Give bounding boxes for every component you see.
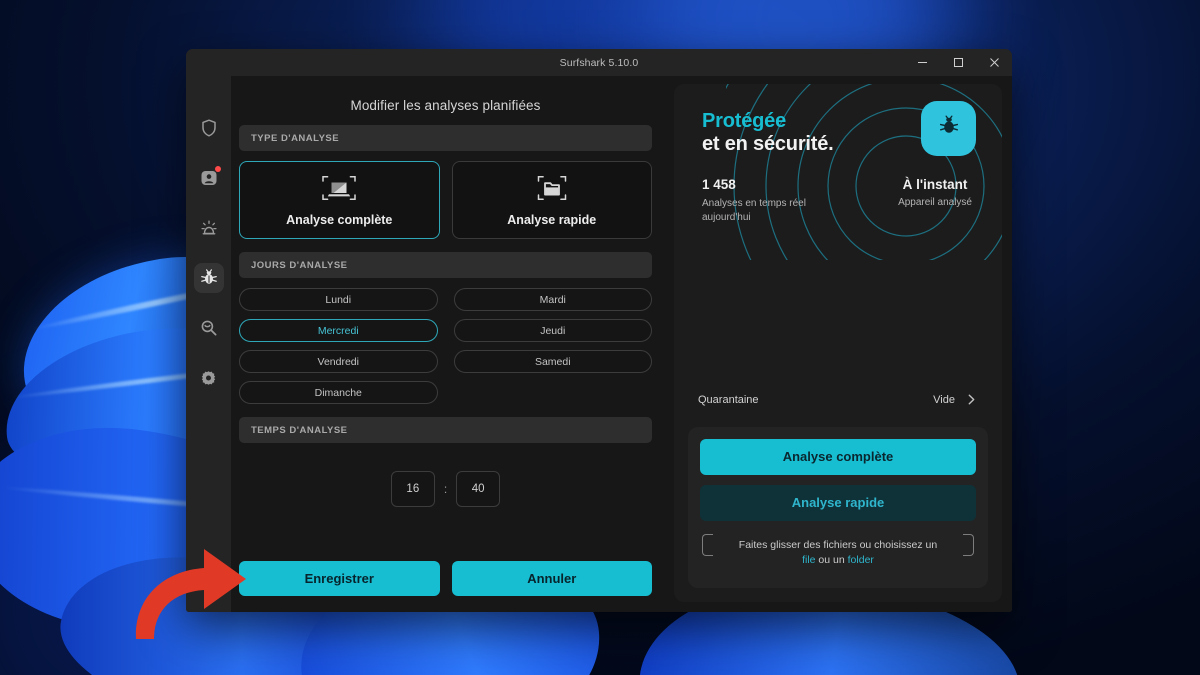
sidebar-item-settings[interactable] — [194, 363, 224, 393]
day-option-mercredi[interactable]: Mercredi — [239, 319, 438, 342]
full-scan-button[interactable]: Analyse complète — [700, 438, 976, 475]
hours-input[interactable]: 16 — [390, 471, 435, 507]
sidebar-item-shield[interactable] — [194, 113, 224, 143]
day-option-dimanche[interactable]: Dimanche — [239, 381, 438, 404]
title-bar: Surfshark 5.10.0 — [186, 49, 1012, 76]
day-option-jeudi[interactable]: Jeudi — [453, 319, 652, 342]
last-scan-label: Appareil analysé — [898, 197, 972, 209]
cancel-button[interactable]: Annuler — [451, 561, 652, 596]
scan-type-quick-label: Analyse rapide — [507, 212, 597, 227]
sidebar-item-alert[interactable] — [194, 213, 224, 243]
day-option-vendredi[interactable]: Vendredi — [239, 350, 438, 373]
scan-days-grid: Lundi Mardi Mercredi Jeudi Vendredi Same… — [239, 288, 652, 404]
realtime-scans-label-2: aujourd'hui — [702, 212, 751, 224]
file-dropzone[interactable]: Faites glisser des fichiers ou choisisse… — [700, 531, 976, 576]
gear-icon — [200, 370, 217, 387]
dropzone-text-middle: ou un — [815, 553, 848, 566]
desktop-background: Surfshark 5.10.0 Modifier les analyses p… — [0, 0, 1200, 675]
folder-scan-icon — [534, 174, 570, 204]
modal-actions: Enregistrer Annuler — [239, 561, 652, 602]
maximize-button[interactable] — [940, 49, 976, 76]
scan-type-full-label: Analyse complète — [286, 212, 393, 227]
protection-hero: Protégée et en sécurité. 1 458 Analyses … — [674, 84, 1002, 260]
dropzone-file-link[interactable]: file — [802, 554, 815, 566]
scan-type-quick[interactable]: Analyse rapide — [451, 161, 652, 239]
dropzone-corner-left — [702, 533, 713, 556]
scheduled-scan-editor: Modifier les analyses planifiées TYPE D'… — [231, 84, 660, 602]
quarantine-value: Vide — [933, 393, 955, 406]
notification-badge — [214, 166, 221, 172]
protection-title-line2: et en sécurité. — [702, 133, 834, 156]
protection-stats: 1 458 Analyses en temps réel aujourd'hui… — [702, 177, 980, 225]
scan-type-options: Analyse complète Analyse rapide — [239, 161, 652, 239]
scan-actions-panel: Analyse complète Analyse rapide Faites g… — [688, 426, 988, 588]
realtime-scans-label-1: Analyses en temps réel — [702, 198, 806, 210]
window-body: Modifier les analyses planifiées TYPE D'… — [186, 76, 1012, 612]
quick-scan-button[interactable]: Analyse rapide — [700, 484, 976, 521]
minutes-input[interactable]: 40 — [456, 471, 501, 507]
scan-time-picker: 16 : 40 — [239, 471, 652, 507]
protection-title: Protégée et en sécurité. — [702, 110, 980, 156]
search-icon — [200, 319, 218, 337]
sidebar-item-antivirus[interactable] — [193, 263, 224, 293]
page-title: Modifier les analyses planifiées — [350, 98, 541, 113]
dropzone-text: Faites glisser des fichiers ou choisisse… — [738, 538, 938, 551]
quarantine-row[interactable]: Quarantaine Vide — [674, 385, 1002, 415]
quarantine-label: Quarantaine — [698, 393, 759, 406]
shield-icon — [201, 119, 217, 137]
status-panel: Protégée et en sécurité. 1 458 Analyses … — [674, 84, 1002, 602]
dropzone-corner-right — [963, 533, 974, 556]
window-controls — [904, 49, 1012, 76]
day-option-samedi[interactable]: Samedi — [453, 350, 652, 373]
window-title: Surfshark 5.10.0 — [559, 56, 639, 69]
scan-type-header: TYPE D'ANALYSE — [239, 125, 652, 151]
sidebar-item-search[interactable] — [194, 313, 224, 343]
alert-siren-icon — [200, 219, 218, 237]
scan-time-header: TEMPS D'ANALYSE — [239, 417, 652, 443]
content-area: Modifier les analyses planifiées TYPE D'… — [231, 76, 1012, 612]
minimize-button[interactable] — [904, 49, 940, 76]
save-button[interactable]: Enregistrer — [239, 561, 440, 596]
realtime-scans-value: 1 458 — [702, 177, 736, 193]
last-scan-value: À l'instant — [902, 177, 968, 193]
scan-type-full[interactable]: Analyse complète — [239, 161, 440, 239]
laptop-scan-icon — [321, 174, 357, 204]
time-separator: : — [443, 482, 448, 496]
dropzone-folder-link[interactable]: folder — [848, 554, 874, 566]
surfshark-app-window: Surfshark 5.10.0 Modifier les analyses p… — [186, 49, 1012, 612]
day-option-mardi[interactable]: Mardi — [453, 288, 652, 311]
protection-title-line1: Protégée — [702, 110, 786, 132]
chevron-right-icon — [965, 393, 978, 406]
day-option-lundi[interactable]: Lundi — [239, 288, 438, 311]
bug-icon — [200, 269, 218, 287]
person-badge-icon — [200, 169, 218, 187]
close-button[interactable] — [976, 49, 1012, 76]
scan-days-header: JOURS D'ANALYSE — [239, 252, 652, 278]
sidebar — [186, 76, 231, 612]
realtime-scans-stat: 1 458 Analyses en temps réel aujourd'hui — [702, 177, 806, 225]
last-scan-stat: À l'instant Appareil analysé — [898, 177, 980, 208]
sidebar-item-identity[interactable] — [194, 163, 224, 193]
